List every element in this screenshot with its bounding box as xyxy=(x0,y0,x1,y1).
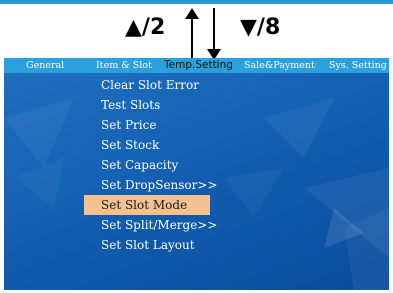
down-arrow-icon xyxy=(213,8,215,50)
tab-temp-setting[interactable]: Temp.Setting xyxy=(164,58,233,73)
menu-item-set-dropsensor[interactable]: Set DropSensor>> xyxy=(84,175,264,195)
menu-item-set-stock[interactable]: Set Stock xyxy=(84,135,264,155)
settings-screen: General Item & Slot Temp.Setting Sale&Pa… xyxy=(4,58,389,290)
menu-screenshot: ▲/2 ▼/8 General Item & Slot Temp.Setting… xyxy=(0,0,393,293)
menu-item-set-capacity[interactable]: Set Capacity xyxy=(84,155,264,175)
tab-sale-payment[interactable]: Sale&Payment xyxy=(244,58,315,73)
tab-general[interactable]: General xyxy=(26,58,64,73)
down-key-hint: ▼/8 xyxy=(240,15,281,40)
slot-menu: Clear Slot Error Test Slots Set Price Se… xyxy=(84,75,264,255)
menu-item-set-price[interactable]: Set Price xyxy=(84,115,264,135)
up-arrow-head-icon xyxy=(185,8,199,19)
menu-item-set-slot-layout[interactable]: Set Slot Layout xyxy=(84,235,264,255)
up-key-hint: ▲/2 xyxy=(125,15,166,40)
menu-item-set-slot-mode[interactable]: Set Slot Mode xyxy=(84,195,210,215)
tab-sys-setting[interactable]: Sys. Setting xyxy=(329,58,387,73)
menu-item-set-split-merge[interactable]: Set Split/Merge>> xyxy=(84,215,264,235)
menu-item-clear-slot-error[interactable]: Clear Slot Error xyxy=(84,75,264,95)
menu-item-test-slots[interactable]: Test Slots xyxy=(84,95,264,115)
tab-item-slot[interactable]: Item & Slot xyxy=(96,58,152,73)
up-arrow-icon xyxy=(191,14,193,62)
tab-bar: General Item & Slot Temp.Setting Sale&Pa… xyxy=(4,58,389,73)
navigation-hints: ▲/2 ▼/8 xyxy=(0,4,393,62)
